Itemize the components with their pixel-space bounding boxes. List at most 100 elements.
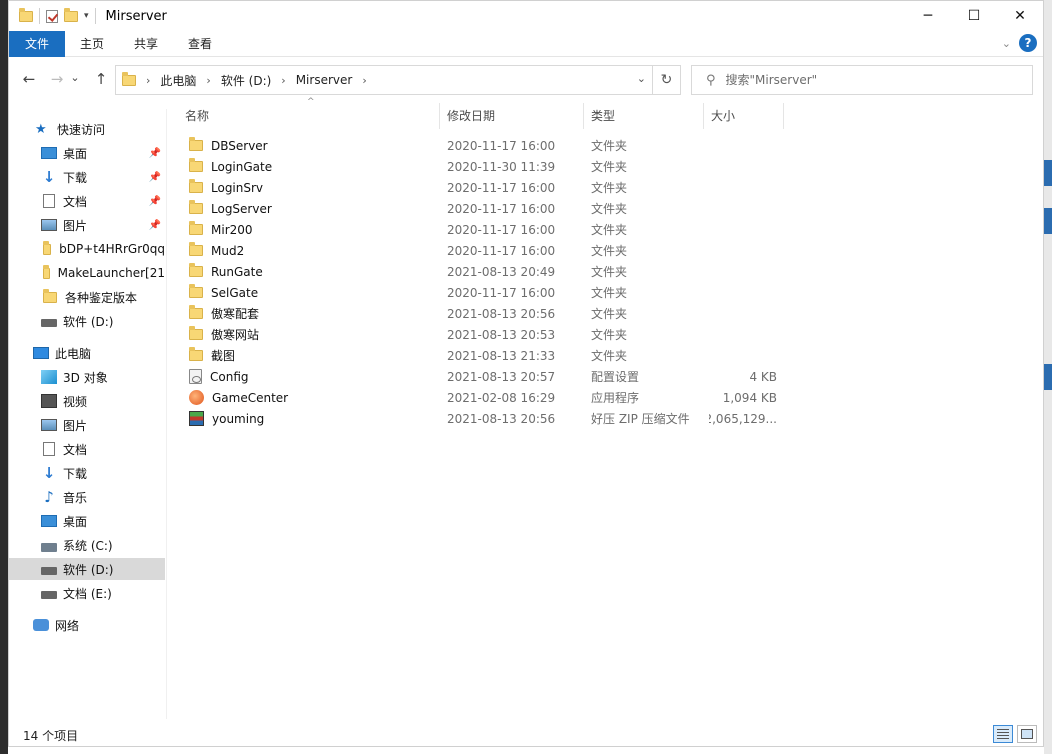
file-type: 文件夹	[591, 349, 628, 363]
chevron-right-icon[interactable]: ›	[362, 74, 366, 87]
tab-home[interactable]: 主页	[65, 31, 119, 57]
sidebar-item-drive-c[interactable]: 系统 (C:)	[9, 534, 165, 556]
column-divider[interactable]	[439, 103, 440, 129]
minimize-button[interactable]: ─	[905, 1, 951, 31]
file-size	[709, 324, 777, 345]
file-name-cell: youming	[189, 408, 439, 429]
folder-icon	[43, 240, 52, 255]
sidebar-item-downloads[interactable]: ↓ 下载 📌	[9, 166, 165, 188]
file-size	[709, 219, 777, 240]
sidebar-item-downloads-pc[interactable]: ↓ 下载	[9, 462, 165, 484]
tab-view[interactable]: 查看	[173, 31, 227, 57]
column-divider[interactable]	[783, 103, 784, 129]
window-title: Mirserver	[105, 8, 167, 24]
pin-icon[interactable]: 📌	[149, 220, 161, 231]
file-row[interactable]: Mir200 2020-11-17 16:00 文件夹	[179, 219, 799, 240]
sidebar-item-pictures[interactable]: 图片 📌	[9, 214, 165, 236]
breadcrumb-item-this-pc[interactable]: 此电脑	[160, 72, 196, 89]
customize-toolbar-icon[interactable]: ▾	[84, 11, 89, 21]
column-header-name[interactable]: 名称	[185, 97, 435, 133]
pin-icon[interactable]: 📌	[149, 172, 161, 183]
forward-button[interactable]: →	[45, 67, 69, 91]
file-name-cell: Config	[189, 366, 439, 387]
file-size: 4 KB	[749, 369, 777, 384]
pin-icon[interactable]: 📌	[149, 196, 161, 207]
properties-icon[interactable]	[46, 9, 58, 23]
file-row[interactable]: LoginSrv 2020-11-17 16:00 文件夹	[179, 177, 799, 198]
sidebar-item-network[interactable]: 网络	[9, 614, 165, 636]
file-row[interactable]: SelGate 2020-11-17 16:00 文件夹	[179, 282, 799, 303]
chevron-right-icon[interactable]: ›	[281, 74, 285, 87]
file-date: 2021-02-08 16:29	[447, 390, 556, 405]
file-row[interactable]: RunGate 2021-08-13 20:49 文件夹	[179, 261, 799, 282]
file-size	[709, 345, 777, 366]
details-view-button[interactable]	[993, 725, 1013, 743]
up-button[interactable]: ↑	[89, 67, 113, 91]
column-header-type[interactable]: 类型	[591, 97, 701, 133]
search-input[interactable]	[725, 73, 986, 87]
sidebar-item-desktop[interactable]: 桌面 📌	[9, 142, 165, 164]
sidebar-item-documents-pc[interactable]: 文档	[9, 438, 165, 460]
file-date: 2021-08-13 20:53	[447, 327, 556, 342]
file-row[interactable]: youming 2021-08-13 20:56 好压 ZIP 压缩文件 2,065,…	[179, 408, 799, 429]
column-divider[interactable]	[703, 103, 704, 129]
maximize-button[interactable]: ☐	[951, 1, 997, 31]
sidebar-item-pictures-pc[interactable]: 图片	[9, 414, 165, 436]
sidebar-item-music[interactable]: ♪ 音乐	[9, 486, 165, 508]
sidebar-item-drive-e[interactable]: 文档 (E:)	[9, 582, 165, 604]
file-row[interactable]: LoginGate 2020-11-30 11:39 文件夹	[179, 156, 799, 177]
search-box[interactable]: ⚲	[691, 65, 1033, 95]
file-name: Mud2	[211, 243, 245, 258]
sidebar-item-folder-versions[interactable]: 各种鉴定版本	[9, 286, 165, 308]
column-header-size[interactable]: 大小	[711, 97, 781, 133]
file-row[interactable]: 傲寒网站 2021-08-13 20:53 文件夹	[179, 324, 799, 345]
file-row[interactable]: 截图 2021-08-13 21:33 文件夹	[179, 345, 799, 366]
sidebar-item-folder-bdp[interactable]: bDP+t4HRrGr0qq	[9, 238, 165, 260]
file-size	[709, 135, 777, 156]
large-icons-view-button[interactable]	[1017, 725, 1037, 743]
close-button[interactable]: ✕	[997, 1, 1043, 31]
column-divider[interactable]	[583, 103, 584, 129]
new-folder-icon[interactable]	[64, 7, 78, 22]
desktop-icon	[41, 515, 57, 527]
expand-ribbon-icon[interactable]: ⌄	[1002, 37, 1011, 50]
sidebar-item-drive-d[interactable]: 软件 (D:)	[9, 558, 165, 580]
file-name: youming	[212, 411, 265, 426]
breadcrumb-item-drive-d[interactable]: 软件 (D:)	[221, 72, 271, 89]
sidebar-item-folder-makelauncher[interactable]: MakeLauncher[21	[9, 262, 165, 284]
chevron-right-icon[interactable]: ›	[146, 74, 150, 87]
column-header-date[interactable]: 修改日期	[447, 97, 585, 133]
folder-icon[interactable]	[19, 7, 33, 22]
refresh-button[interactable]: ↻	[652, 66, 680, 94]
file-type: 文件夹	[591, 202, 628, 216]
pin-icon[interactable]: 📌	[149, 148, 161, 159]
file-type: 应用程序	[591, 391, 640, 405]
file-row[interactable]: Config 2021-08-13 20:57 配置设置 4 KB	[179, 366, 799, 387]
address-dropdown-icon[interactable]: ⌄	[637, 72, 646, 85]
sidebar-item-desktop-pc[interactable]: 桌面	[9, 510, 165, 532]
breadcrumb-item-mirserver[interactable]: Mirserver	[296, 73, 353, 87]
folder-icon	[189, 242, 203, 256]
help-icon[interactable]: ?	[1019, 34, 1037, 52]
tab-file[interactable]: 文件	[9, 30, 65, 57]
chevron-right-icon[interactable]: ›	[206, 74, 210, 87]
file-row[interactable]: Mud2 2020-11-17 16:00 文件夹	[179, 240, 799, 261]
file-date: 2020-11-17 16:00	[447, 222, 556, 237]
back-button[interactable]: ←	[17, 67, 41, 91]
sidebar-item-documents[interactable]: 文档 📌	[9, 190, 165, 212]
file-row[interactable]: DBServer 2020-11-17 16:00 文件夹	[179, 135, 799, 156]
sidebar-item-label: 快速访问	[57, 122, 106, 137]
file-row[interactable]: 傲寒配套 2021-08-13 20:56 文件夹	[179, 303, 799, 324]
sidebar-item-3d-objects[interactable]: 3D 对象	[9, 366, 165, 388]
sidebar-item-videos[interactable]: 视频	[9, 390, 165, 412]
address-bar[interactable]: › 此电脑 › 软件 (D:) › Mirserver › ⌄ ↻	[115, 65, 681, 95]
breadcrumb: › 此电脑 › 软件 (D:) › Mirserver ›	[146, 72, 367, 89]
folder-icon	[189, 347, 203, 361]
file-row[interactable]: GameCenter 2021-02-08 16:29 应用程序 1,094 KB	[179, 387, 799, 408]
sidebar-item-quick-access[interactable]: ★ 快速访问	[9, 118, 165, 140]
recent-locations-button[interactable]: ⌄	[67, 65, 83, 89]
tab-share[interactable]: 共享	[119, 31, 173, 57]
file-row[interactable]: LogServer 2020-11-17 16:00 文件夹	[179, 198, 799, 219]
sidebar-item-drive-d-quick[interactable]: 软件 (D:)	[9, 310, 165, 332]
sidebar-item-this-pc[interactable]: 此电脑	[9, 342, 165, 364]
